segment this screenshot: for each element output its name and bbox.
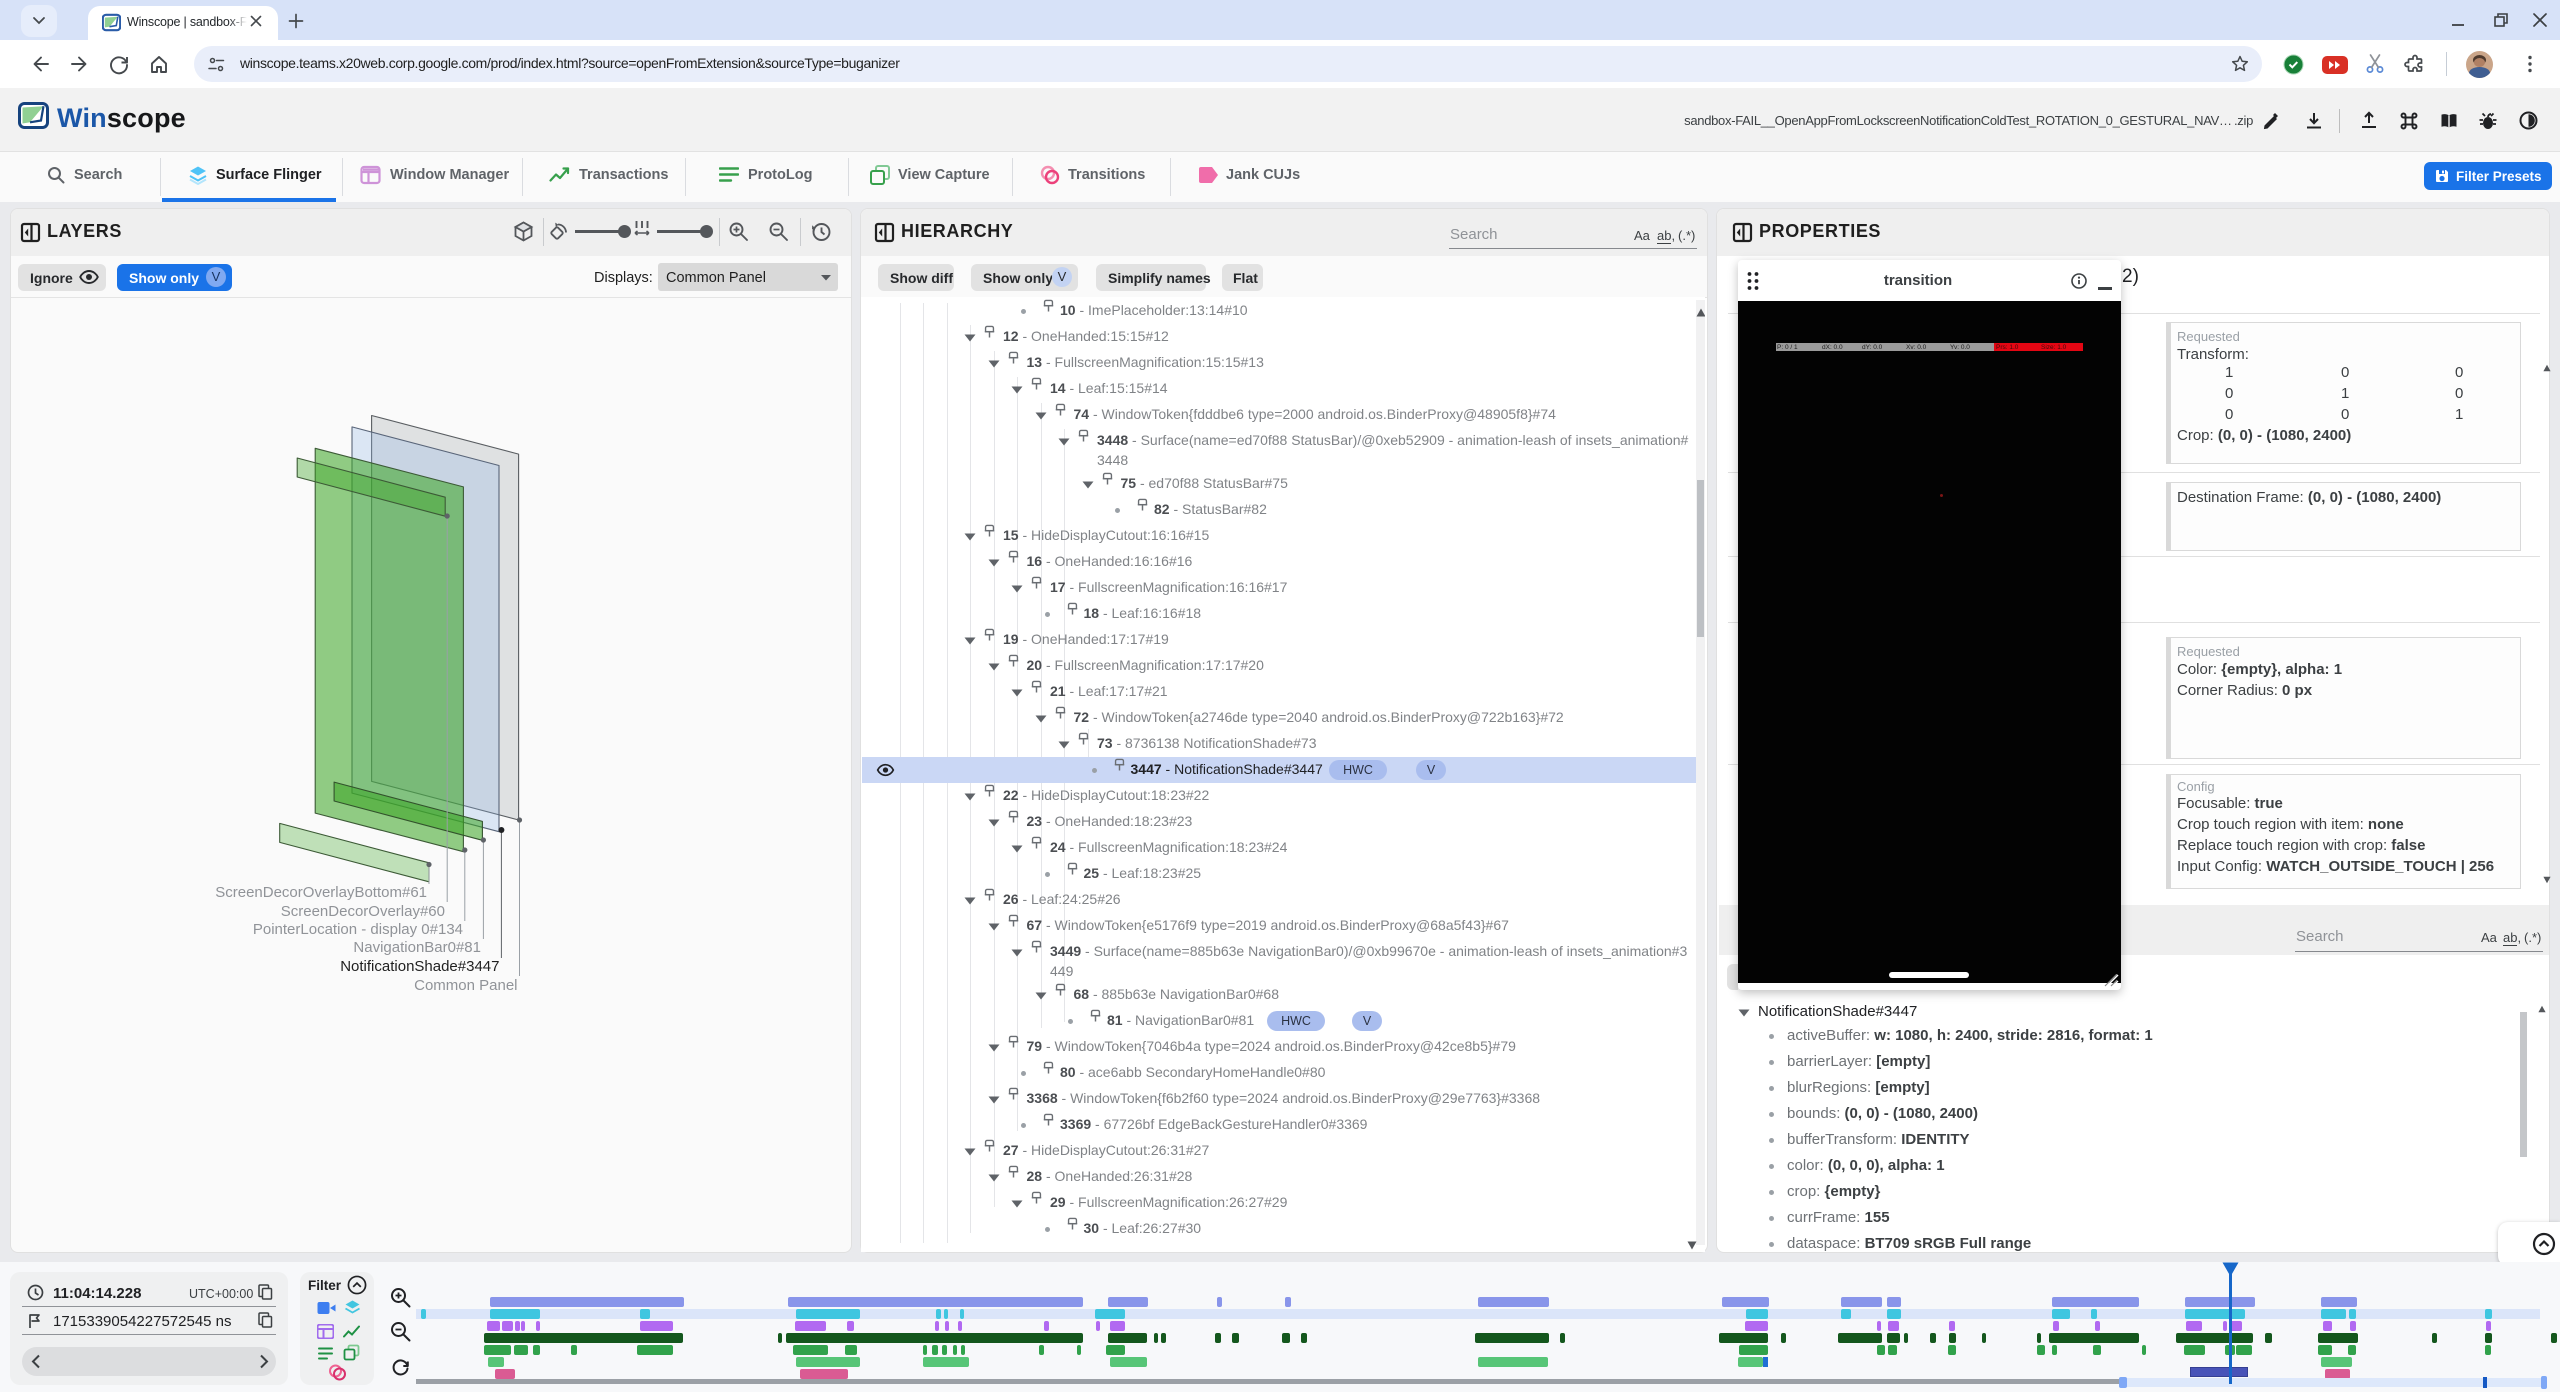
svg-text:PointerLocation - display 0#13: PointerLocation - display 0#134 [253,921,463,938]
svg-text:NotificationShade#3447: NotificationShade#3447 [340,958,499,975]
svg-text:ScreenDecorOverlayBottom#61: ScreenDecorOverlayBottom#61 [215,884,427,901]
svg-text:ScreenDecorOverlay#60: ScreenDecorOverlay#60 [281,903,445,920]
svg-text:Common Panel: Common Panel [414,977,517,994]
svg-text:NavigationBar0#81: NavigationBar0#81 [353,939,481,956]
